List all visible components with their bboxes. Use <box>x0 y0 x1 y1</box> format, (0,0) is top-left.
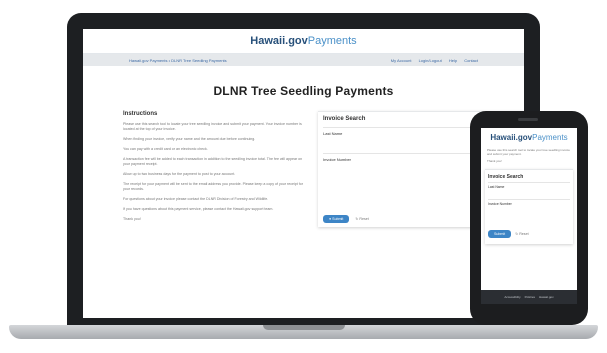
instructions-paragraph: You can pay with a credit card or an ele… <box>123 147 208 151</box>
phone-instructions-paragraph: Please use this search tool to locate yo… <box>487 148 570 156</box>
phone-screen: Hawaii.govPayments Please use this searc… <box>481 128 577 304</box>
instructions-paragraph: Please use this search tool to locate yo… <box>123 122 302 131</box>
instructions-paragraph: Thank you! <box>123 217 141 221</box>
phone-footer: Accessibility Policies Hawaii.gov <box>481 290 577 304</box>
instructions-section: Instructions Please use this search tool… <box>123 111 303 227</box>
submit-button[interactable]: ● Submit <box>323 215 350 223</box>
logo-bold-text: Hawaii.gov <box>250 35 308 47</box>
phone-submit-button[interactable]: Submit <box>488 230 512 238</box>
nav-links: My Account Login/Logout Help Contact <box>385 58 478 63</box>
submit-label: Submit <box>332 217 344 221</box>
nav-link-account[interactable]: My Account <box>391 58 412 63</box>
reset-button[interactable]: ↻ Reset <box>355 217 368 221</box>
instructions-paragraph: When finding your invoice, verify your n… <box>123 137 256 141</box>
instructions-title: Instructions <box>123 111 158 117</box>
phone-submit-label: Submit <box>494 232 506 236</box>
instructions-paragraph: A transaction fee will be added to each … <box>123 157 303 166</box>
page-title: DLNR Tree Seedling Payments <box>213 84 394 98</box>
instructions-paragraph: Allow up to two business days for the pa… <box>123 172 236 176</box>
phone-footer-link[interactable]: Accessibility <box>504 295 520 299</box>
last-name-label: Last Name <box>323 131 343 136</box>
instructions-paragraph: If you have questions about this payment… <box>123 207 274 211</box>
breadcrumb[interactable]: Hawaii.gov Payments • DLNR Tree Seedling… <box>129 58 227 63</box>
phone-speaker <box>518 118 538 121</box>
nav-link-help[interactable]: Help <box>449 58 457 63</box>
phone-site-logo[interactable]: Hawaii.govPayments <box>481 128 577 148</box>
phone-invoice-number-label: Invoice Number <box>488 202 512 206</box>
phone-last-name-label: Last Name <box>488 185 505 189</box>
phone-footer-link[interactable]: Policies <box>525 295 535 299</box>
laptop-screen: Hawaii.govPayments Hawaii.gov Payments •… <box>83 29 524 318</box>
reset-label: Reset <box>359 217 369 221</box>
phone-reset-label: Reset <box>519 232 529 236</box>
phone-footer-link[interactable]: Hawaii.gov <box>539 295 554 299</box>
nav-bar: Hawaii.gov Payments • DLNR Tree Seedling… <box>83 54 524 66</box>
laptop-notch <box>263 325 345 330</box>
phone-logo-bold-text: Hawaii.gov <box>490 133 533 142</box>
instructions-paragraph: The receipt for your payment will be sen… <box>123 182 303 191</box>
instructions-paragraph: For questions about your invoice please … <box>123 197 269 201</box>
phone-reset-button[interactable]: ↻ Reset <box>515 232 528 236</box>
phone-instructions-paragraph: Thank you! <box>487 159 502 163</box>
phone-search-actions: Submit ↻ Reset <box>488 230 529 238</box>
phone-invoice-search-title: Invoice Search <box>488 174 524 180</box>
phone-invoice-search-panel: Invoice Search Last Name Invoice Number … <box>485 169 573 244</box>
nav-link-contact[interactable]: Contact <box>464 58 478 63</box>
logo-light-text: Payments <box>307 35 357 47</box>
nav-link-login[interactable]: Login/Logout <box>419 58 442 63</box>
phone-logo-light-text: Payments <box>532 133 568 142</box>
phone-invoice-number-field[interactable]: Invoice Number <box>488 199 570 216</box>
invoice-number-label: Invoice Number <box>323 157 352 162</box>
search-actions: ● Submit ↻ Reset <box>323 215 369 223</box>
site-logo[interactable]: Hawaii.govPayments <box>83 29 524 54</box>
phone-last-name-field[interactable]: Last Name <box>488 182 570 199</box>
